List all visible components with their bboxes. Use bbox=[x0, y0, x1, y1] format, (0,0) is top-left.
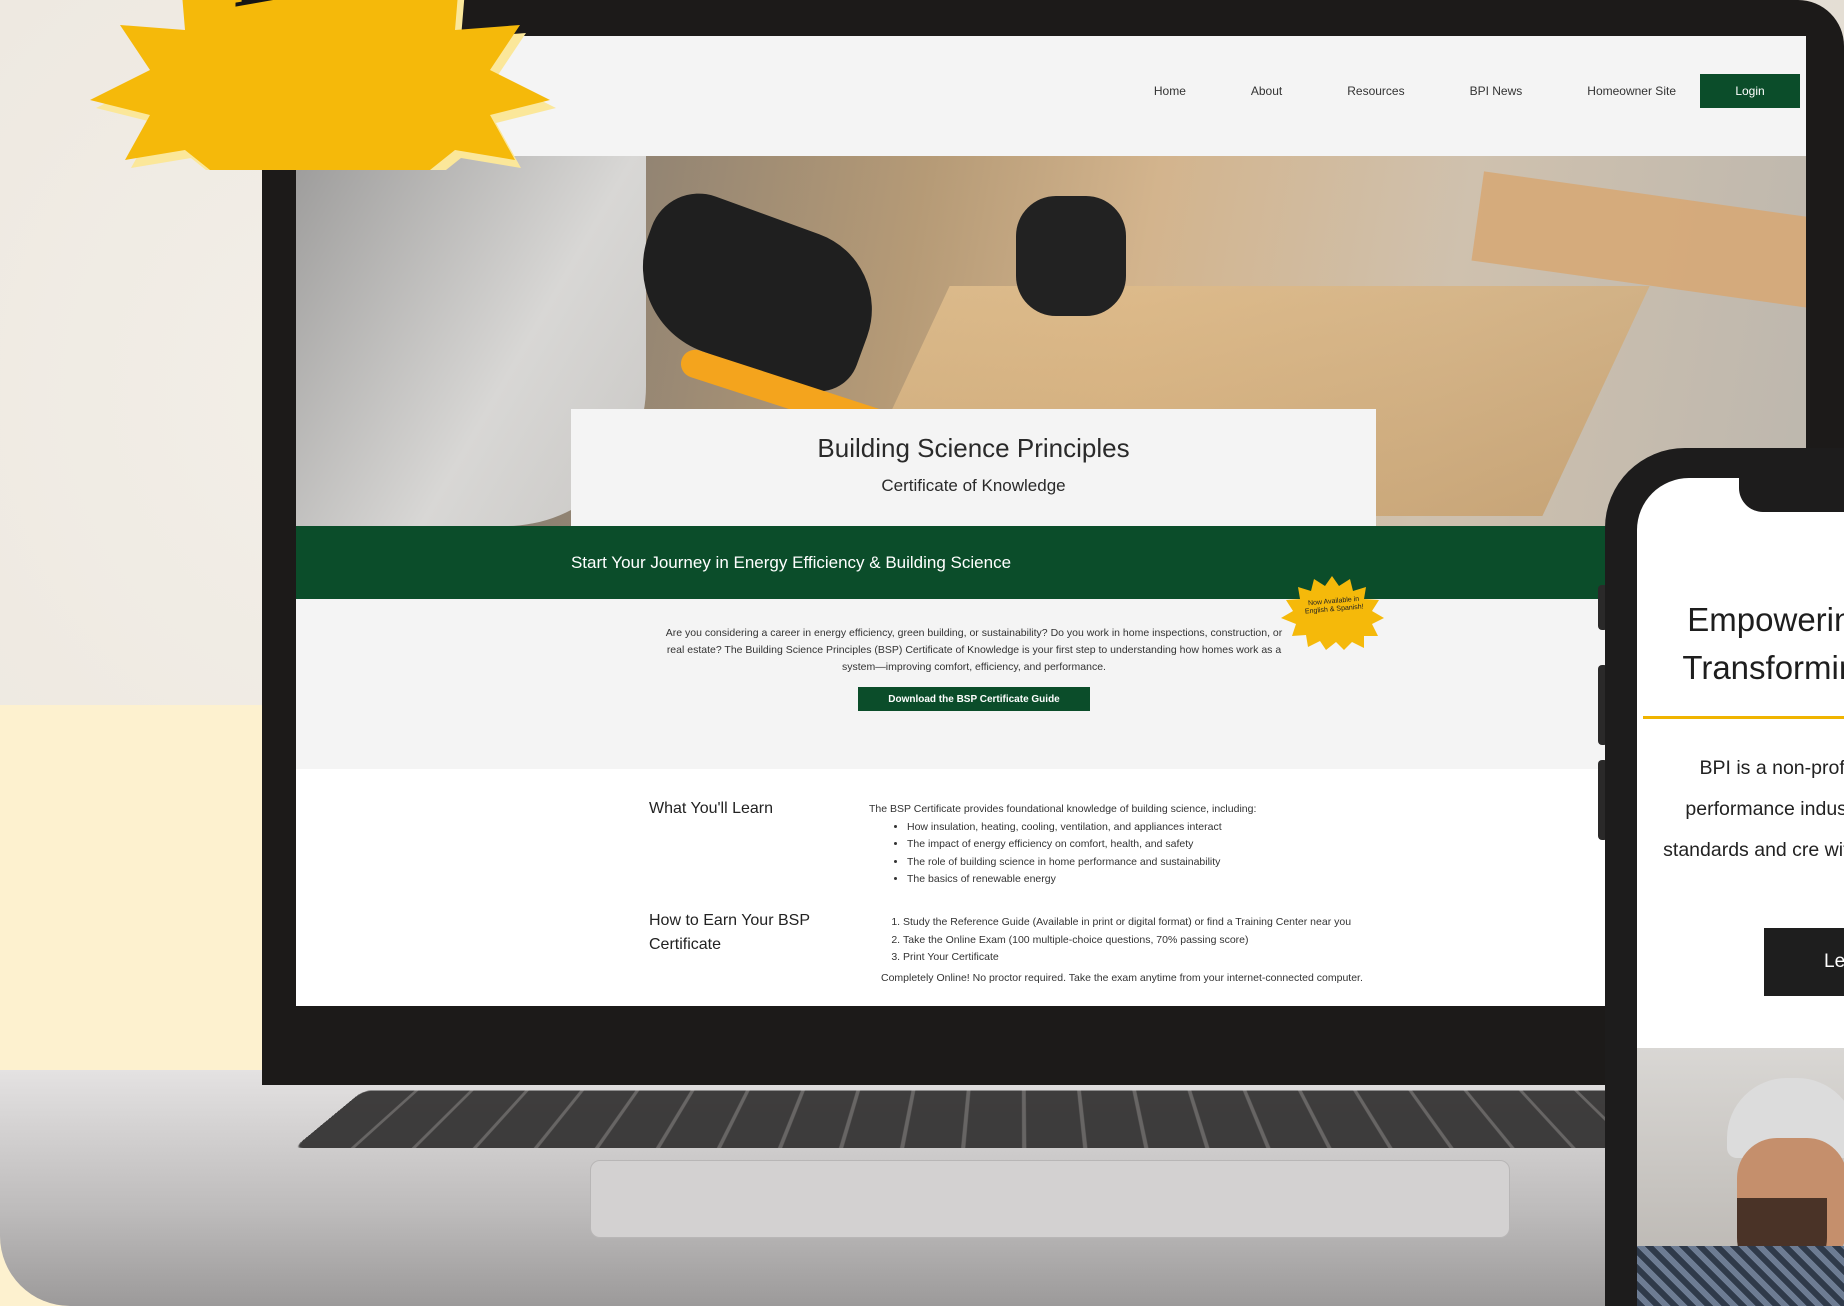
hero-title: Building Science Principles bbox=[817, 433, 1130, 463]
launched-badge: Launched! bbox=[60, 0, 633, 178]
learn-body: The BSP Certificate provides foundationa… bbox=[869, 801, 1369, 889]
download-guide-button[interactable]: Download the BSP Certificate Guide bbox=[858, 687, 1090, 711]
earn-note: Completely Online! No proctor required. … bbox=[881, 971, 1363, 984]
journey-banner: Start Your Journey in Energy Efficiency … bbox=[296, 526, 1806, 599]
hero-glove-right bbox=[1016, 196, 1126, 316]
nav-bpi-news[interactable]: BPI News bbox=[1470, 84, 1523, 98]
list-item: Take the Online Exam (100 multiple-choic… bbox=[903, 932, 1381, 950]
earn-steps: Study the Reference Guide (Available in … bbox=[881, 914, 1381, 967]
learn-lead: The BSP Certificate provides foundationa… bbox=[869, 803, 1257, 815]
phone-learn-more-button[interactable]: Le bbox=[1764, 928, 1844, 996]
hero-card: Building Science Principles Certificate … bbox=[571, 409, 1376, 526]
phone-body-text: BPI is a non-profit performance industry… bbox=[1663, 757, 1844, 861]
laptop-keyboard bbox=[293, 1090, 1747, 1149]
nav-homeowner-site[interactable]: Homeowner Site bbox=[1587, 84, 1676, 98]
worker-plaid-shirt bbox=[1637, 1246, 1844, 1306]
phone-title: Empowering Transforming bbox=[1682, 601, 1844, 686]
hero-subtitle: Certificate of Knowledge bbox=[881, 476, 1066, 495]
details-section: What You'll Learn The BSP Certificate pr… bbox=[296, 769, 1806, 1006]
earn-title: How to Earn Your BSP Certificate bbox=[649, 912, 810, 953]
learn-title: What You'll Learn bbox=[649, 800, 774, 817]
nav-about[interactable]: About bbox=[1251, 84, 1282, 98]
login-button[interactable]: Login bbox=[1700, 74, 1800, 108]
nav-home[interactable]: Home bbox=[1154, 84, 1186, 98]
nav-resources[interactable]: Resources bbox=[1347, 84, 1404, 98]
list-item: Print Your Certificate bbox=[903, 949, 1381, 967]
laptop-screen: Home About Resources BPI News Homeowner … bbox=[296, 36, 1806, 1006]
list-item: Study the Reference Guide (Available in … bbox=[903, 914, 1381, 932]
phone-notch bbox=[1739, 478, 1844, 512]
phone-divider bbox=[1643, 716, 1844, 719]
laptop-trackpad bbox=[590, 1160, 1510, 1238]
intro-paragraph: Are you considering a career in energy e… bbox=[665, 627, 1283, 673]
list-item: The role of building science in home per… bbox=[907, 854, 1369, 872]
list-item: The impact of energy efficiency on comfo… bbox=[907, 836, 1369, 854]
main-nav: Home About Resources BPI News Homeowner … bbox=[1154, 74, 1800, 108]
learn-list: How insulation, heating, cooling, ventil… bbox=[869, 819, 1369, 889]
list-item: The basics of renewable energy bbox=[907, 871, 1369, 889]
intro-section: Are you considering a career in energy e… bbox=[296, 599, 1806, 769]
starburst-icon bbox=[90, 0, 556, 178]
list-item: How insulation, heating, cooling, ventil… bbox=[907, 819, 1369, 837]
earn-body: Study the Reference Guide (Available in … bbox=[881, 914, 1381, 987]
